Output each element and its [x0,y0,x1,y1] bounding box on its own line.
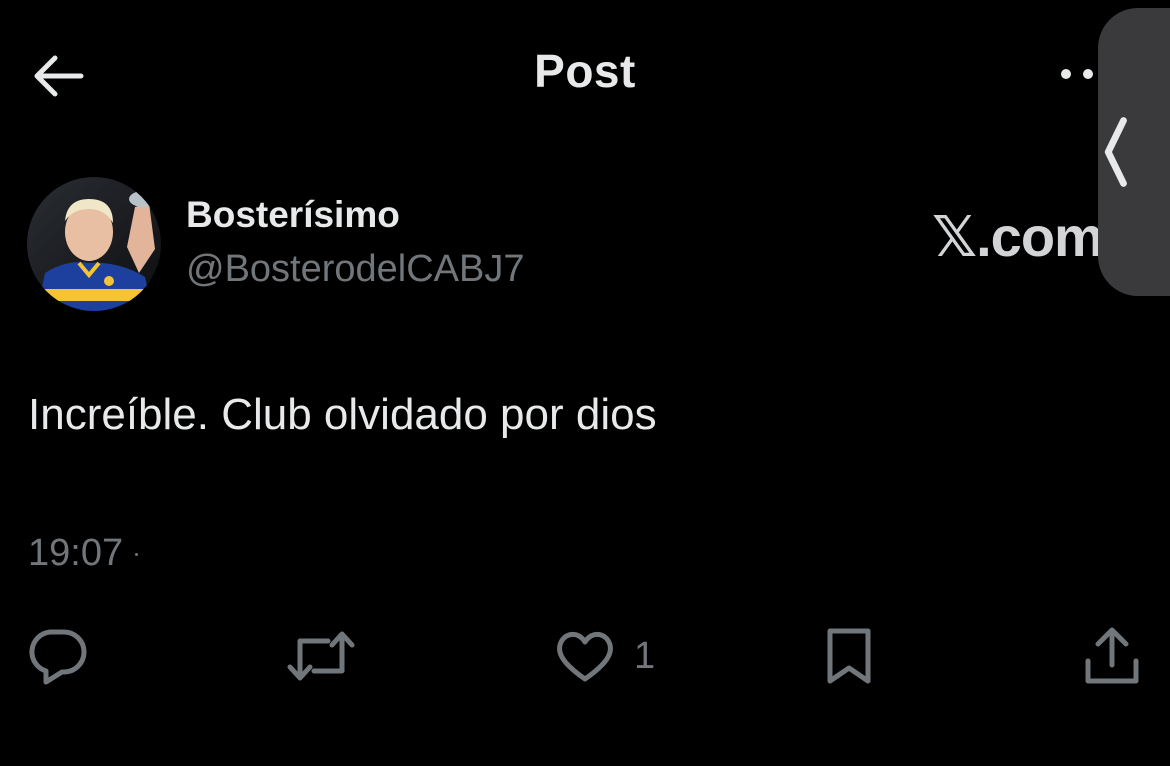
author-display-name[interactable]: Bosterísimo [186,194,400,236]
author-handle[interactable]: @BosterodelCABJ7 [186,248,525,291]
reply-icon [29,629,87,685]
share-button[interactable] [1082,624,1142,688]
page-title: Post [534,45,636,97]
repost-icon [287,631,355,681]
side-drawer-handle[interactable] [1098,8,1170,296]
watermark-text: 𝕏.com [932,205,1104,268]
post-timestamp[interactable]: 19:07 [28,532,139,575]
like-count: 1 [634,634,656,677]
chevron-left-icon [1104,117,1127,187]
avatar[interactable] [27,177,161,311]
share-icon [1085,627,1139,684]
more-options-button[interactable] [1052,56,1100,92]
separator-dot [135,553,139,557]
repost-button[interactable] [286,624,356,688]
like-button[interactable]: 1 [554,624,655,688]
reply-button[interactable] [26,624,88,688]
bookmark-button[interactable] [822,624,876,688]
avatar-image [27,177,161,311]
post-text: Increíble. Club olvidado por dios [28,390,657,439]
more-horizontal-icon [1061,69,1093,79]
bookmark-icon [827,628,871,684]
post-time: 19:07 [28,532,124,574]
heart-icon [557,632,613,682]
